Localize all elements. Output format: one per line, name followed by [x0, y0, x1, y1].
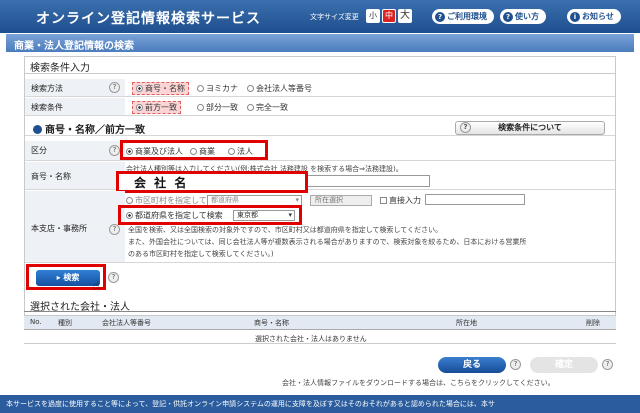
classification-row: 区分 ? 商業及び法人 商業 法人	[25, 141, 615, 161]
direct-input-option[interactable]: 直接入力	[380, 195, 421, 206]
office-note-2: また、外国会社については、同じ会社法人等が複数表示される場合がありますので、検索…	[128, 238, 527, 246]
help-icon[interactable]: ?	[109, 224, 120, 235]
info-icon: i	[570, 11, 580, 22]
condition-option-label: 前方一致	[145, 103, 177, 112]
radio-icon	[136, 104, 143, 111]
results-table-header: No. 種別 会社法人等番号 商号・名称 所在地 削除	[24, 316, 616, 330]
condition-option-label: 完全一致	[256, 103, 288, 112]
radio-icon	[136, 85, 143, 92]
method-row: 検索方法 ? 商号・名称 ヨミカナ 会社法人等番号	[25, 79, 615, 97]
col-no: No.	[30, 318, 42, 326]
col-number: 会社法人等番号	[102, 319, 151, 327]
radio-icon	[197, 104, 204, 111]
about-conditions-button[interactable]: ? 検索条件について	[455, 121, 605, 135]
howto-button[interactable]: ? 使い方	[500, 9, 546, 24]
subsection-title-text: 商号・名称／前方一致	[45, 125, 145, 136]
page-title: 商業・法人登記情報の検索	[14, 41, 134, 52]
results-title: 選択された会社・法人	[30, 302, 130, 313]
news-label: お知らせ	[582, 12, 614, 21]
name-row: 商号・名称 会社法人種別等は入力してください(例:株式会社 法務建設 を検索する…	[25, 162, 615, 190]
radio-icon	[247, 104, 254, 111]
prefecture-highlight	[118, 205, 302, 225]
method-option-name[interactable]: 商号・名称	[132, 82, 189, 95]
location-select-button[interactable]: 所在選択	[310, 195, 372, 206]
method-option-number[interactable]: 会社法人等番号	[247, 83, 312, 94]
radio-icon	[126, 197, 133, 204]
help-icon[interactable]: ?	[108, 272, 119, 283]
conditions-header: 検索条件入力	[24, 56, 616, 74]
direct-input-field[interactable]	[425, 194, 525, 205]
search-button[interactable]: ▸ 検索	[36, 270, 100, 286]
empty-message: 選択された会社・法人はありません	[255, 335, 367, 343]
radio-icon	[247, 85, 254, 92]
method-option-label: 会社法人等番号	[256, 84, 312, 93]
condition-label: 検索条件	[25, 98, 125, 115]
condition-option-label: 部分一致	[206, 103, 238, 112]
question-icon: ?	[435, 11, 445, 22]
font-large-button[interactable]: 大	[398, 9, 412, 23]
howto-label: 使い方	[515, 12, 539, 21]
office-note-1: 全国を検索、又は全国検索の対象外ですので、市区町村又は都道府県を指定して検索して…	[128, 226, 443, 234]
font-size-label: 文字サイズ変更	[310, 13, 359, 21]
question-icon: ?	[503, 11, 513, 22]
method-option-label: 商号・名称	[145, 84, 185, 93]
help-icon[interactable]: ?	[602, 359, 613, 370]
name-label: 商号・名称	[25, 162, 125, 189]
environment-button[interactable]: ? ご利用環境	[432, 9, 494, 24]
question-icon: ?	[460, 122, 471, 133]
office-row: 本支店・事務所 ? 市区町村を指定して検索 都道府県 所在選択 直接入力 都道府…	[25, 191, 615, 263]
col-name: 商号・名称	[254, 319, 289, 327]
checkbox-icon	[380, 197, 387, 204]
confirm-button[interactable]: 確定	[530, 357, 598, 373]
condition-option-prefix[interactable]: 前方一致	[132, 101, 181, 114]
section-title-bar: 商業・法人登記情報の検索	[6, 34, 634, 52]
environment-label: ご利用環境	[447, 12, 487, 21]
help-icon[interactable]: ?	[109, 145, 120, 156]
office-note-3: のある市区町村を指定して検索してください。)	[128, 250, 274, 258]
condition-option-exact[interactable]: 完全一致	[247, 102, 288, 113]
hand-cursor-icon: ☝	[93, 279, 100, 292]
news-button[interactable]: i お知らせ	[567, 9, 621, 24]
radio-icon	[197, 85, 204, 92]
results-header: 選択された会社・法人	[24, 296, 616, 313]
subsection-title: 商号・名称／前方一致	[33, 121, 145, 136]
download-note[interactable]: 会社・法人情報ファイルをダウンロードする場合は、こちらをクリックしてください。	[282, 378, 555, 388]
col-address: 所在地	[456, 319, 477, 327]
about-conditions-label: 検索条件について	[498, 123, 562, 132]
font-small-button[interactable]: 小	[366, 9, 380, 23]
help-icon[interactable]: ?	[109, 82, 120, 93]
app-title: オンライン登記情報検索サービス	[36, 11, 261, 27]
method-option-label: ヨミカナ	[206, 84, 238, 93]
method-option-kana[interactable]: ヨミカナ	[197, 83, 238, 94]
font-medium-button[interactable]: 中	[382, 9, 396, 23]
help-icon[interactable]: ?	[510, 359, 521, 370]
search-label: 検索	[63, 273, 80, 282]
condition-row: 検索条件 前方一致 部分一致 完全一致	[25, 98, 615, 116]
highlight-box	[120, 140, 268, 160]
globe-icon	[33, 125, 42, 134]
name-input-value: 会 社 名	[134, 176, 189, 190]
direct-input-label: 直接入力	[389, 196, 421, 205]
header-bar: オンライン登記情報検索サービス 文字サイズ変更 小 中 大 ? ご利用環境 ? 使い…	[0, 0, 640, 33]
col-type: 種別	[58, 319, 72, 327]
back-button[interactable]: 戻る	[438, 357, 506, 373]
footer-notice: 本サービスを過度に使用すること等によって、登記・供託オンライン申請システムの運用…	[0, 395, 640, 413]
col-delete: 削除	[586, 319, 600, 327]
conditions-title: 検索条件入力	[30, 63, 90, 74]
condition-option-partial[interactable]: 部分一致	[197, 102, 238, 113]
